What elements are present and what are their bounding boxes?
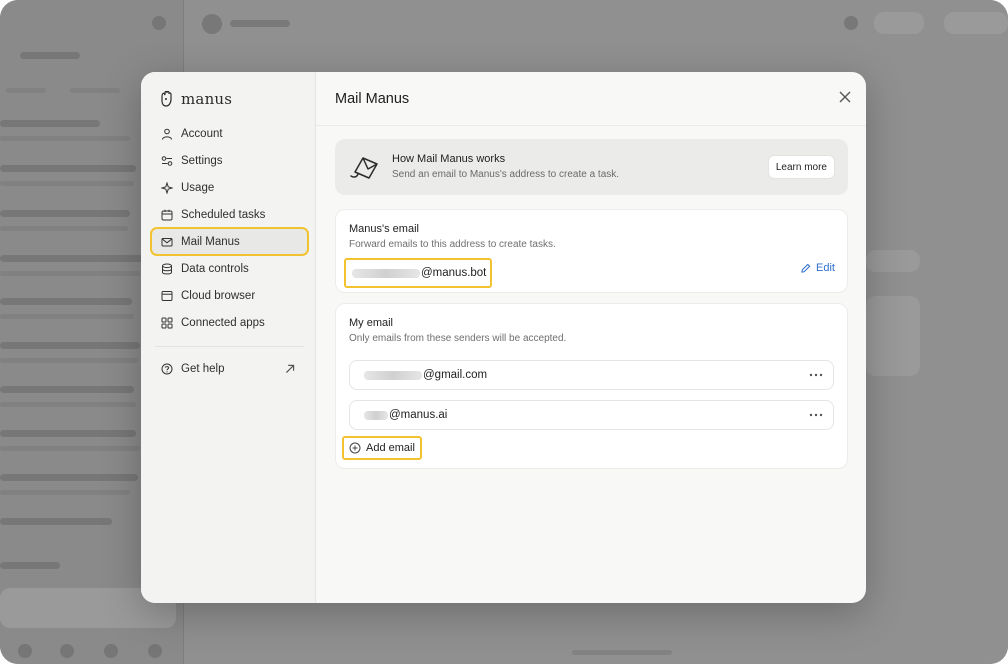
manus-email-subtitle: Forward emails to this address to create… bbox=[349, 239, 556, 250]
brand-name: manus bbox=[181, 90, 233, 108]
sidebar-item-label: Usage bbox=[181, 181, 215, 194]
sidebar-item-settings[interactable]: Settings bbox=[151, 147, 308, 174]
settings-modal: manus Account Settings Usage Scheduled t… bbox=[141, 72, 866, 603]
database-icon bbox=[162, 263, 172, 274]
settings-icon bbox=[161, 155, 173, 166]
manus-hand-icon bbox=[161, 90, 172, 107]
mail-icon bbox=[161, 237, 173, 246]
pencil-icon bbox=[801, 263, 811, 273]
my-email-card: My email Only emails from these senders … bbox=[335, 303, 848, 469]
mail-send-icon bbox=[350, 157, 378, 179]
manus-logo: manus bbox=[159, 90, 232, 108]
my-email-title: My email bbox=[349, 317, 394, 329]
plus-circle-icon bbox=[349, 442, 361, 454]
sidebar-item-usage[interactable]: Usage bbox=[151, 174, 308, 201]
modal-header: Mail Manus bbox=[316, 72, 866, 126]
sender-domain: @gmail.com bbox=[423, 369, 488, 381]
calendar-icon bbox=[161, 209, 173, 220]
sparkle-icon bbox=[161, 181, 173, 194]
sidebar-item-mail-manus[interactable]: Mail Manus bbox=[150, 227, 309, 256]
edit-label: Edit bbox=[816, 262, 835, 274]
add-email-button[interactable]: Add email bbox=[342, 436, 422, 460]
close-icon[interactable] bbox=[838, 90, 852, 104]
sidebar-item-label: Connected apps bbox=[181, 316, 265, 329]
page-title: Mail Manus bbox=[335, 91, 410, 107]
learn-more-button[interactable]: Learn more bbox=[767, 155, 835, 179]
more-options-icon[interactable] bbox=[809, 370, 823, 380]
my-email-subtitle: Only emails from these senders will be a… bbox=[349, 333, 567, 344]
redacted-text bbox=[352, 268, 420, 278]
settings-nav: Account Settings Usage Scheduled tasks M… bbox=[150, 120, 309, 382]
help-circle-icon bbox=[161, 363, 173, 374]
settings-sidebar: manus Account Settings Usage Scheduled t… bbox=[141, 72, 316, 603]
more-options-icon[interactable] bbox=[809, 410, 823, 420]
sidebar-item-label: Mail Manus bbox=[181, 235, 240, 248]
sidebar-item-label: Cloud browser bbox=[181, 289, 256, 302]
add-email-label: Add email bbox=[366, 442, 415, 454]
info-title: How Mail Manus works bbox=[392, 153, 506, 165]
redacted-text bbox=[364, 370, 422, 380]
sidebar-item-label: Get help bbox=[181, 362, 225, 375]
sidebar-item-label: Scheduled tasks bbox=[181, 208, 266, 221]
sidebar-divider bbox=[155, 346, 304, 347]
sender-domain: @manus.ai bbox=[389, 409, 448, 421]
manus-email-card: Manus's email Forward emails to this add… bbox=[335, 209, 848, 293]
user-icon bbox=[162, 128, 172, 140]
settings-content: Mail Manus How Mail Manus works Send an … bbox=[316, 72, 866, 603]
sidebar-item-connected-apps[interactable]: Connected apps bbox=[151, 309, 308, 336]
sidebar-item-data-controls[interactable]: Data controls bbox=[151, 255, 308, 282]
list-item: @gmail.com bbox=[349, 360, 834, 390]
sidebar-item-account[interactable]: Account bbox=[151, 120, 308, 147]
how-it-works-card: How Mail Manus works Send an email to Ma… bbox=[335, 139, 848, 195]
manus-email-address[interactable]: @manus.bot bbox=[344, 258, 492, 288]
email-domain: @manus.bot bbox=[421, 267, 487, 279]
list-item: @manus.ai bbox=[349, 400, 834, 430]
sidebar-item-cloud-browser[interactable]: Cloud browser bbox=[151, 282, 308, 309]
redacted-text bbox=[364, 410, 388, 420]
manus-email-title: Manus's email bbox=[349, 223, 419, 235]
sidebar-item-label: Settings bbox=[181, 154, 223, 167]
sidebar-item-get-help[interactable]: Get help bbox=[151, 355, 308, 382]
apps-grid-icon bbox=[161, 317, 173, 328]
sidebar-item-label: Account bbox=[181, 127, 223, 140]
edit-email-button[interactable]: Edit bbox=[800, 262, 835, 274]
sidebar-item-scheduled-tasks[interactable]: Scheduled tasks bbox=[151, 201, 308, 228]
external-link-icon bbox=[285, 364, 295, 374]
sidebar-item-label: Data controls bbox=[181, 262, 249, 275]
info-subtitle: Send an email to Manus's address to crea… bbox=[392, 169, 620, 180]
browser-icon bbox=[161, 290, 173, 301]
